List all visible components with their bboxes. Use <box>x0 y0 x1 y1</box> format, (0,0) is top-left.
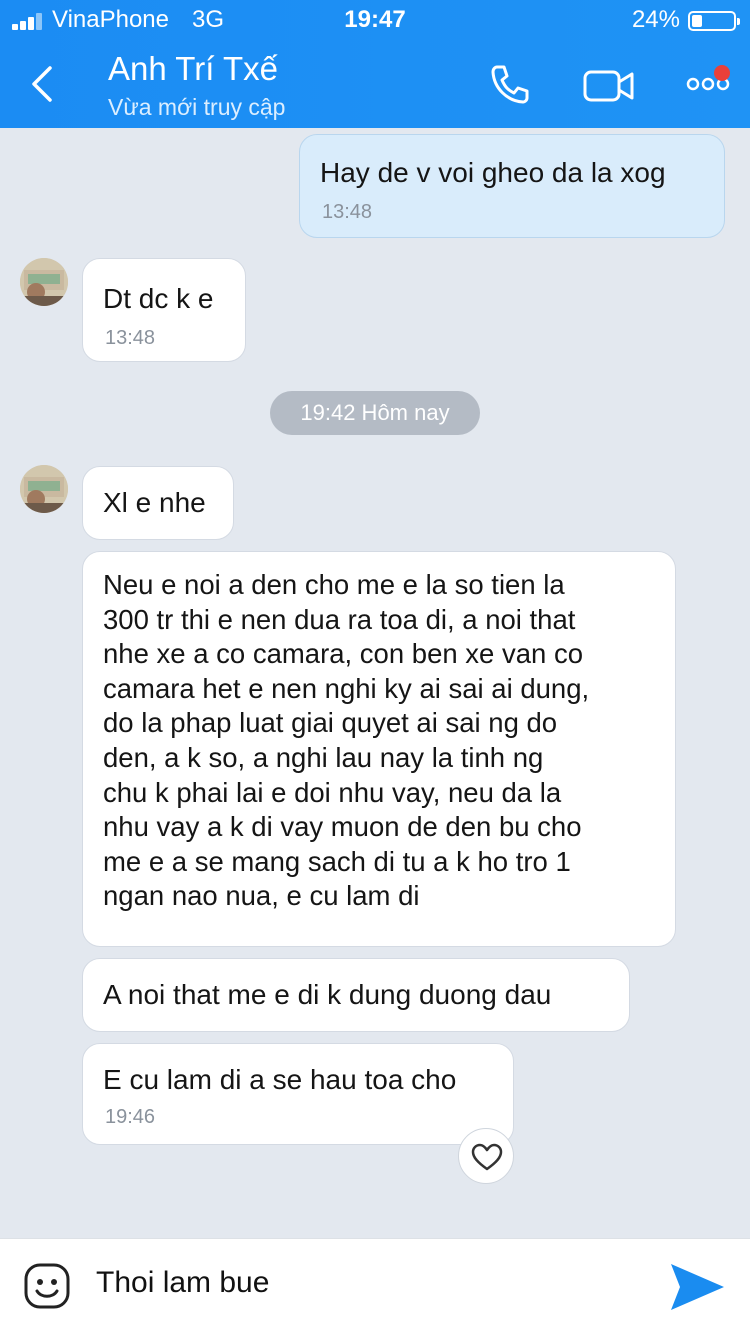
message-line: nhe xe a co camara, con ben xe van co <box>103 638 584 670</box>
status-bar: VinaPhone 3G 19:47 24% <box>0 0 750 40</box>
avatar-image-icon <box>20 465 68 513</box>
heart-icon <box>471 1143 503 1171</box>
message-bubble-received[interactable]: E cu lam di a se hau toa cho 19:46 <box>82 1043 514 1145</box>
message-text: Hay de v voi gheo da la xog <box>320 157 666 188</box>
message-time: 13:48 <box>105 327 156 349</box>
react-heart-button[interactable] <box>458 1128 514 1184</box>
message-time: 13:48 <box>322 201 373 223</box>
message-time: 19:46 <box>105 1106 156 1128</box>
message-bubble-sent[interactable]: Hay de v voi gheo da la xog 13:48 <box>299 134 725 238</box>
message-line: do la phap luat giai quyet ai sai ng do <box>103 707 558 739</box>
message-line: Neu e noi a den cho me e la so tien la <box>103 569 565 600</box>
message-text: Dt dc k e <box>103 283 214 314</box>
message-line: den, a k so, a nghi lau nay la tinh ng <box>103 741 544 773</box>
message-bubble-received[interactable]: Xl e nhe <box>82 466 234 540</box>
message-bubble-received[interactable]: A noi that me e di k dung duong dau <box>82 958 630 1032</box>
battery-level <box>692 15 702 27</box>
message-line: 300 tr thi e nen dua ra toa di, a noi th… <box>103 603 576 635</box>
back-arrow-icon[interactable] <box>24 62 64 106</box>
message-text: E cu lam di a se hau toa cho <box>103 1064 457 1095</box>
message-input[interactable]: Thoi lam bue <box>96 1266 269 1300</box>
date-separator: 19:42 Hôm nay <box>270 391 480 435</box>
notification-dot <box>714 65 730 81</box>
chat-header: VinaPhone 3G 19:47 24% Anh Trí Txế Vừa m… <box>0 0 750 128</box>
avatar-image-icon <box>20 258 68 306</box>
contact-avatar[interactable] <box>20 258 68 306</box>
message-line: nhu vay a k di vay muon de den bu cho <box>103 811 582 843</box>
message-bubble-received[interactable]: Dt dc k e 13:48 <box>82 258 246 362</box>
message-line: camara het e nen nghi ky ai sai ai dung, <box>103 672 590 704</box>
emoji-icon[interactable] <box>22 1261 72 1311</box>
message-line: chu k phai lai e doi nhu vay, neu da la <box>103 776 562 808</box>
contact-status: Vừa mới truy cập <box>108 94 286 120</box>
message-text: Xl e nhe <box>103 487 206 518</box>
message-bubble-received[interactable]: Neu e noi a den cho me e la so tien la 3… <box>82 551 676 947</box>
more-icon[interactable] <box>684 62 736 102</box>
contact-avatar[interactable] <box>20 465 68 513</box>
message-input-bar: Thoi lam bue <box>0 1238 750 1334</box>
contact-name[interactable]: Anh Trí Txế <box>108 50 278 88</box>
message-line: ngan nao nua, e cu lam di <box>103 880 420 912</box>
battery-percent: 24% <box>631 6 680 33</box>
phone-icon[interactable] <box>488 62 532 106</box>
send-icon[interactable] <box>668 1261 726 1313</box>
message-text: A noi that me e di k dung duong dau <box>103 979 552 1010</box>
battery-icon <box>688 11 740 31</box>
message-line: me e a se mang sach di tu a k ho tro 1 <box>103 845 571 877</box>
video-camera-icon[interactable] <box>582 66 636 106</box>
